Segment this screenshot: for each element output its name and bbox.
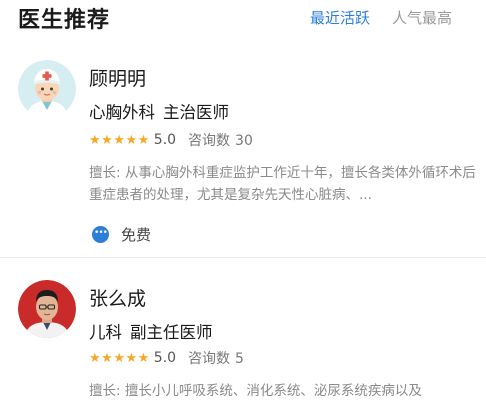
- consult-number: 30: [235, 133, 253, 149]
- doctor-avatar: [18, 60, 76, 118]
- doctor-name: 顾明明: [89, 68, 147, 90]
- star-icon: ★: [125, 132, 138, 148]
- consult-count: 咨询数 30: [188, 130, 253, 150]
- specialty-text: 从事心胸外科重症监护工作近十年，擅长各类体外循环术后重症患者的处理，尤其是复杂先…: [89, 165, 476, 203]
- tab-most-popular[interactable]: 人气最高: [392, 7, 452, 28]
- star-rating: ★ ★ ★ ★ ★: [89, 352, 150, 365]
- doctor-avatar: [18, 280, 76, 338]
- consult-label: 咨询数: [188, 133, 231, 149]
- page-title: 医生推荐: [18, 8, 111, 33]
- doctor-title: 儿科 副主任医师: [89, 319, 213, 343]
- star-icon: ★: [101, 132, 113, 148]
- rating-row: ★ ★ ★ ★ ★ 5.0 咨询数 5: [89, 348, 244, 368]
- star-icon: ★: [89, 350, 101, 366]
- tab-recently-active[interactable]: 最近活跃: [310, 7, 370, 28]
- consult-label: 咨询数: [188, 351, 231, 367]
- doctor-specialty: 擅长: 擅长小儿呼吸系统、消化系统、泌尿系统疾病以及: [89, 380, 481, 402]
- specialty-label: 擅长:: [89, 383, 121, 399]
- star-icon: ★: [125, 350, 138, 366]
- star-icon: ★: [113, 350, 125, 366]
- fee-label: 免费: [121, 226, 152, 244]
- doctor-department: 心胸外科: [89, 103, 155, 122]
- star-icon: ★: [89, 132, 101, 148]
- consult-number: 5: [235, 351, 244, 367]
- doctor-name: 张么成: [89, 288, 147, 310]
- doctor-rank: 副主任医师: [130, 323, 213, 342]
- rating-score: 5.0: [153, 350, 177, 366]
- doctor-title: 心胸外科 主治医师: [89, 99, 229, 123]
- rating-row: ★ ★ ★ ★ ★ 5.0 咨询数 30: [89, 130, 253, 150]
- doctor-rank: 主治医师: [163, 103, 229, 122]
- divider: [0, 257, 486, 258]
- doctor-card[interactable]: 顾明明 心胸外科 主治医师 ★ ★ ★ ★ ★ 5.0 咨询数 30 擅长: 从事心胸外科重…: [0, 48, 486, 256]
- consult-fee[interactable]: ••• 免费: [92, 224, 151, 245]
- consult-count: 咨询数 5: [188, 348, 244, 368]
- chat-bubble-icon: •••: [92, 226, 109, 243]
- specialty-label: 擅长:: [89, 165, 121, 181]
- specialty-text: 擅长小儿呼吸系统、消化系统、泌尿系统疾病以及: [124, 383, 422, 399]
- star-icon: ★: [101, 350, 113, 366]
- star-icon: ★: [137, 132, 150, 148]
- header: 医生推荐 最近活跃 人气最高: [0, 0, 486, 40]
- star-rating: ★ ★ ★ ★ ★: [89, 134, 150, 147]
- doctor-specialty: 擅长: 从事心胸外科重症监护工作近十年，擅长各类体外循环术后重症患者的处理，尤其…: [89, 162, 481, 206]
- doctor-card[interactable]: 张么成 儿科 副主任医师 ★ ★ ★ ★ ★ 5.0 咨询数 5 擅长: 擅长小儿呼吸系统、…: [0, 262, 486, 409]
- doctor-department: 儿科: [89, 323, 122, 342]
- star-icon: ★: [137, 350, 150, 366]
- star-icon: ★: [113, 132, 125, 148]
- rating-score: 5.0: [153, 132, 177, 148]
